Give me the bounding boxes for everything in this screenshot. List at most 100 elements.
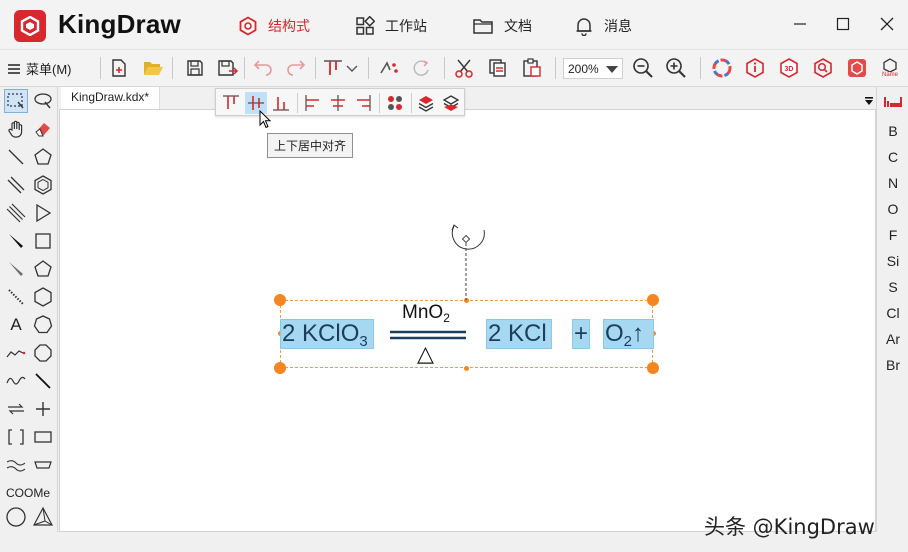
element-b[interactable]: B bbox=[877, 120, 908, 142]
3d-view-button[interactable]: 3D bbox=[778, 57, 800, 79]
ribbon-tool[interactable] bbox=[31, 453, 55, 477]
square-ring-tool[interactable] bbox=[31, 229, 55, 253]
heat-condition[interactable]: △ bbox=[417, 341, 434, 367]
align-right-button[interactable] bbox=[352, 92, 374, 114]
send-backward-button[interactable] bbox=[440, 92, 462, 114]
triple-bond-tool[interactable] bbox=[4, 201, 28, 225]
straight-line-tool[interactable] bbox=[31, 369, 55, 393]
resize-handle[interactable] bbox=[647, 362, 659, 374]
circle-tool[interactable] bbox=[4, 505, 28, 529]
zoom-value: 200% bbox=[568, 62, 599, 76]
eraser-tool[interactable] bbox=[31, 117, 55, 141]
element-cl[interactable]: Cl bbox=[877, 302, 908, 324]
tab-list-dropdown[interactable] bbox=[864, 93, 874, 105]
plus-sign-tool[interactable] bbox=[31, 397, 55, 421]
reaction-arrow-tool[interactable] bbox=[4, 397, 28, 421]
lasso-select-tool[interactable] bbox=[31, 89, 55, 113]
close-button[interactable] bbox=[875, 12, 899, 36]
element-s[interactable]: S bbox=[877, 276, 908, 298]
open-file-button[interactable] bbox=[142, 57, 164, 79]
rectangle-tool[interactable] bbox=[31, 425, 55, 449]
text-tool[interactable]: A bbox=[4, 313, 28, 337]
align-dropdown-button[interactable] bbox=[344, 57, 360, 79]
redo-button[interactable] bbox=[285, 57, 307, 79]
menu-button[interactable]: 菜单(M) bbox=[8, 59, 72, 78]
resize-handle[interactable] bbox=[464, 366, 469, 371]
product-o2[interactable]: O2↑ bbox=[603, 319, 654, 349]
zoom-select[interactable]: 200% bbox=[563, 58, 623, 79]
rotate-handle[interactable] bbox=[444, 216, 490, 302]
single-bond-tool[interactable] bbox=[4, 145, 28, 169]
title-bar: KingDraw 结构式 工作站 文档 消息 bbox=[0, 0, 908, 50]
marquee-select-tool[interactable] bbox=[4, 89, 28, 113]
bracket-tool[interactable] bbox=[4, 425, 28, 449]
align-top-tool-button[interactable] bbox=[322, 57, 344, 79]
camera-recognition-icon bbox=[848, 59, 866, 77]
chain-draw-tool[interactable] bbox=[4, 341, 28, 365]
heptagon-ring-tool[interactable] bbox=[31, 313, 55, 337]
plus-sign[interactable]: + bbox=[572, 319, 590, 349]
document-tab[interactable]: KingDraw.kdx* bbox=[61, 87, 161, 109]
pentagon-shape-tool[interactable] bbox=[31, 257, 55, 281]
tab-documents[interactable]: 文档 bbox=[472, 14, 532, 38]
rotate-tool-button[interactable] bbox=[411, 57, 433, 79]
align-bottom-button[interactable] bbox=[270, 92, 292, 114]
cut-button[interactable] bbox=[453, 57, 475, 79]
hashed-wedge-tool[interactable] bbox=[4, 257, 28, 281]
double-bond-tool[interactable] bbox=[4, 173, 28, 197]
catalyst-label[interactable]: MnO2 bbox=[402, 302, 450, 324]
benzene-ring-tool[interactable] bbox=[31, 173, 55, 197]
pan-tool[interactable] bbox=[4, 117, 28, 141]
periodic-table-button[interactable] bbox=[877, 93, 908, 115]
product-kcl[interactable]: 2 KCl bbox=[486, 319, 552, 349]
orbital-tool[interactable] bbox=[4, 453, 28, 477]
element-n[interactable]: N bbox=[877, 172, 908, 194]
new-file-button[interactable] bbox=[108, 57, 130, 79]
resize-handle[interactable] bbox=[647, 294, 659, 306]
align-left-button[interactable] bbox=[302, 92, 324, 114]
wavy-bond-tool[interactable] bbox=[4, 369, 28, 393]
paste-button[interactable] bbox=[521, 57, 543, 79]
wedge-bond-tool[interactable] bbox=[4, 229, 28, 253]
octagon-ring-tool[interactable] bbox=[31, 341, 55, 365]
zoom-out-button[interactable] bbox=[632, 57, 654, 79]
resize-handle[interactable] bbox=[274, 294, 286, 306]
align-horizontal-center-button[interactable] bbox=[327, 92, 349, 114]
image-recognition-button[interactable] bbox=[846, 57, 868, 79]
reaction-equals-line[interactable] bbox=[390, 329, 466, 341]
element-f[interactable]: F bbox=[877, 224, 908, 246]
hexagon-ring-tool[interactable] bbox=[31, 285, 55, 309]
color-button[interactable] bbox=[711, 57, 733, 79]
element-c[interactable]: C bbox=[877, 146, 908, 168]
grid-apps-icon bbox=[356, 16, 375, 35]
element-o[interactable]: O bbox=[877, 198, 908, 220]
hash-bond-tool[interactable] bbox=[4, 285, 28, 309]
undo-button[interactable] bbox=[252, 57, 274, 79]
tab-structure[interactable]: 结构式 bbox=[238, 14, 310, 38]
name-to-structure-button[interactable]: Name bbox=[879, 57, 901, 79]
tab-workstation[interactable]: 工作站 bbox=[355, 14, 427, 38]
zoom-in-button[interactable] bbox=[665, 57, 687, 79]
minimize-button[interactable] bbox=[788, 12, 812, 36]
maximize-button[interactable] bbox=[831, 12, 855, 36]
save-button[interactable] bbox=[184, 57, 206, 79]
3d-shape-tool[interactable] bbox=[31, 505, 55, 529]
triangle-shape-tool[interactable] bbox=[31, 201, 55, 225]
element-br[interactable]: Br bbox=[877, 354, 908, 376]
copy-button[interactable] bbox=[487, 57, 509, 79]
info-button[interactable] bbox=[744, 57, 766, 79]
save-as-button[interactable] bbox=[216, 57, 238, 79]
pentagon-ring-tool[interactable] bbox=[31, 145, 55, 169]
align-top-button[interactable] bbox=[220, 92, 242, 114]
chain-tool-button[interactable] bbox=[378, 57, 400, 79]
reactant-kclo3[interactable]: 2 KClO3 bbox=[280, 319, 374, 349]
element-ar[interactable]: Ar bbox=[877, 328, 908, 350]
functional-group-tool[interactable]: COOMe bbox=[2, 481, 54, 505]
search-structure-button[interactable] bbox=[812, 57, 834, 79]
text-tool-label: A bbox=[10, 315, 22, 334]
tab-messages[interactable]: 消息 bbox=[574, 14, 632, 38]
distribute-button[interactable] bbox=[384, 92, 406, 114]
bring-forward-button[interactable] bbox=[415, 92, 437, 114]
element-si[interactable]: Si bbox=[877, 250, 908, 272]
resize-handle[interactable] bbox=[274, 362, 286, 374]
